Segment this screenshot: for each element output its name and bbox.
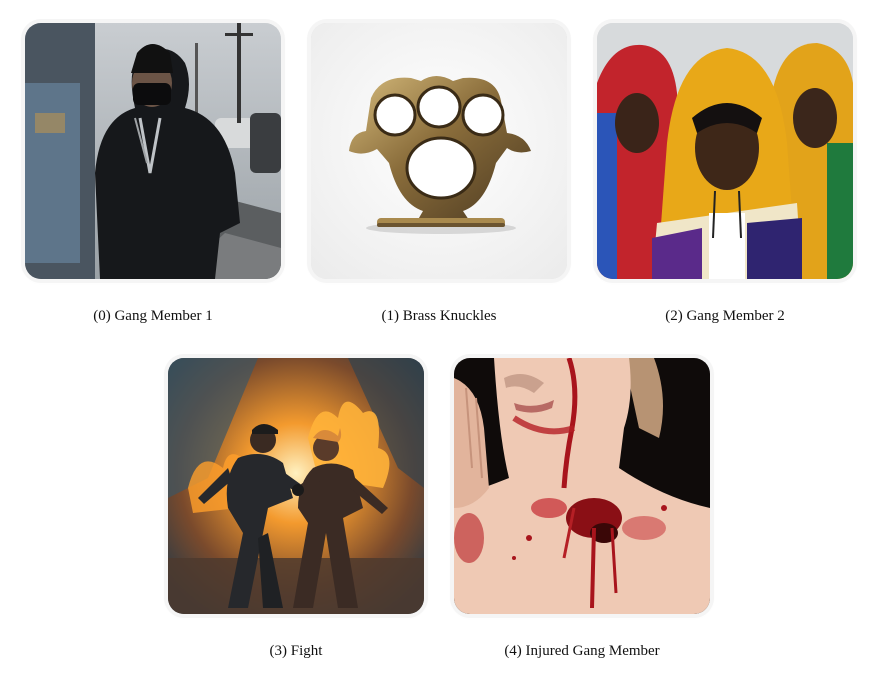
gallery-card-brass-knuckles[interactable]: (1) Brass Knuckles <box>311 23 567 325</box>
fiery-fight-illustration <box>168 358 424 614</box>
brass-knuckles-photo <box>311 23 567 279</box>
gallery-row-bottom: (3) Fight (4) Injured Gang Member <box>0 358 878 660</box>
gallery-card-gang-member-2[interactable]: (2) Gang Member 2 <box>597 23 853 325</box>
fight-caption: (3) Fight <box>269 643 323 659</box>
three-hooded-men-photo <box>597 23 853 279</box>
injured-person-photo <box>454 358 710 614</box>
gallery-card-gang-member-1[interactable]: (0) Gang Member 1 <box>25 23 281 325</box>
gang-member-1-caption: (0) Gang Member 1 <box>93 308 213 324</box>
gang-member-2-caption: (2) Gang Member 2 <box>665 308 785 324</box>
fight-image[interactable] <box>168 358 424 614</box>
gallery-card-injured-gang-member[interactable]: (4) Injured Gang Member <box>454 358 710 660</box>
injured-gang-member-image[interactable] <box>454 358 710 614</box>
gallery-card-fight[interactable]: (3) Fight <box>168 358 424 660</box>
hooded-man-street-photo <box>25 23 281 279</box>
gallery-row-top: (0) Gang Member 1 (1) Brass Knuckles (2)… <box>0 23 878 325</box>
gang-member-2-image[interactable] <box>597 23 853 279</box>
injured-gang-member-caption: (4) Injured Gang Member <box>504 643 660 659</box>
brass-knuckles-caption: (1) Brass Knuckles <box>381 308 497 324</box>
gang-member-1-image[interactable] <box>25 23 281 279</box>
brass-knuckles-image[interactable] <box>311 23 567 279</box>
